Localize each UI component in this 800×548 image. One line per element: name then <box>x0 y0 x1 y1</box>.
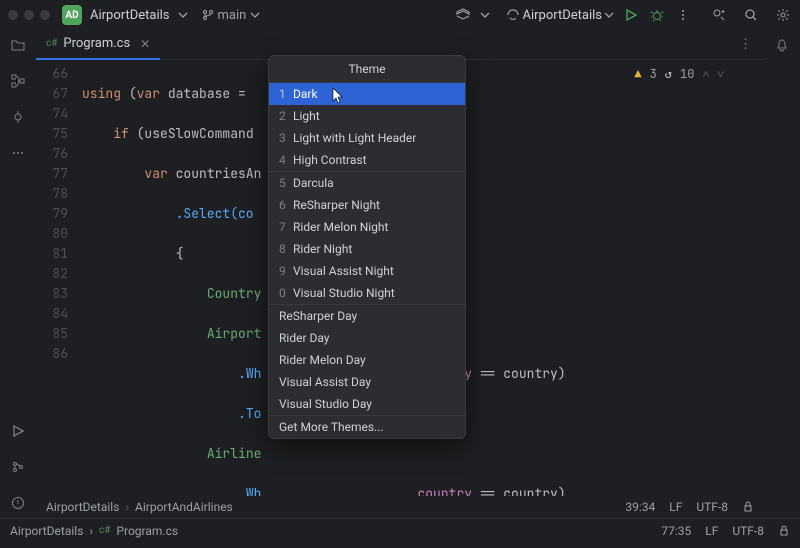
more-tools-icon[interactable] <box>9 144 27 162</box>
theme-popup: Theme 1Dark2Light3Light with Light Heade… <box>268 55 466 439</box>
chevron-down-icon[interactable] <box>178 10 188 20</box>
status-project[interactable]: AirportDetails <box>10 524 83 538</box>
line-ending[interactable]: LF <box>705 524 718 538</box>
chevron-down-icon[interactable]: ˅ <box>717 64 724 84</box>
hint-icon: ↺ <box>665 64 672 84</box>
build-icon[interactable] <box>454 6 472 24</box>
theme-item-resharper-night[interactable]: 6ReSharper Night <box>269 194 465 216</box>
run-button[interactable] <box>622 6 640 24</box>
chevron-down-icon <box>250 10 260 20</box>
chevron-down-icon[interactable] <box>480 10 490 20</box>
search-icon[interactable] <box>742 6 760 24</box>
notifications-icon[interactable] <box>773 36 791 54</box>
popup-title: Theme <box>269 56 465 82</box>
run-config-name: AirportDetails <box>522 8 602 23</box>
tab-more-icon[interactable]: ⋮ <box>727 37 764 52</box>
window-controls[interactable] <box>8 10 50 20</box>
chevron-right-icon: › <box>125 500 129 514</box>
settings-icon[interactable] <box>774 6 792 24</box>
theme-item-rider-melon-night[interactable]: 7Rider Melon Night <box>269 216 465 238</box>
encoding[interactable]: UTF-8 <box>732 524 764 538</box>
breadcrumb-item[interactable]: AirportDetails <box>46 500 119 514</box>
zoom-dot[interactable] <box>40 10 50 20</box>
project-tool-icon[interactable] <box>9 36 27 54</box>
caret-position[interactable]: 77:35 <box>661 524 691 538</box>
titlebar: AD AirportDetails main AirportDetails <box>0 0 800 30</box>
status-bar: AirportDetails › c# Program.cs 77:35 LF … <box>0 518 800 542</box>
structure-tool-icon[interactable] <box>9 72 27 90</box>
gutter: 666774757677787980818283848586 <box>36 60 76 496</box>
theme-item-light-with-light-header[interactable]: 3Light with Light Header <box>269 127 465 149</box>
run-config[interactable]: AirportDetails <box>506 8 614 23</box>
theme-item-rider-night[interactable]: 8Rider Night <box>269 238 465 260</box>
readonly-icon[interactable] <box>742 500 754 514</box>
breadcrumb-item[interactable]: AirportAndAirlines <box>135 500 233 514</box>
theme-item-visual-assist-night[interactable]: 9Visual Assist Night <box>269 260 465 282</box>
close-icon[interactable]: ✕ <box>140 37 150 51</box>
left-toolbar <box>0 30 36 518</box>
theme-item-high-contrast[interactable]: 4High Contrast <box>269 149 465 171</box>
chevron-down-icon <box>604 10 614 20</box>
theme-item-visual-studio-night[interactable]: 0Visual Studio Night <box>269 282 465 304</box>
theme-item-resharper-day[interactable]: ReSharper Day <box>269 305 465 327</box>
debug-button[interactable] <box>648 6 666 24</box>
commit-tool-icon[interactable] <box>9 108 27 126</box>
inspection-widget[interactable]: ▲3 ↺10 ˄ ˅ <box>634 64 724 84</box>
status-file[interactable]: Program.cs <box>116 524 178 538</box>
theme-item-visual-studio-day[interactable]: Visual Studio Day <box>269 393 465 415</box>
project-badge: AD <box>62 5 82 25</box>
theme-item-darcula[interactable]: 5Darcula <box>269 172 465 194</box>
warning-icon: ▲ <box>634 64 641 84</box>
more-icon[interactable] <box>674 6 692 24</box>
run-config-icon <box>506 8 520 22</box>
branch-icon <box>202 9 214 21</box>
theme-item-visual-assist-day[interactable]: Visual Assist Day <box>269 371 465 393</box>
theme-item-dark[interactable]: 1Dark <box>269 83 465 105</box>
git-tool-icon[interactable] <box>9 458 27 476</box>
right-toolbar <box>764 30 800 518</box>
run-tool-icon[interactable] <box>9 422 27 440</box>
chevron-up-icon[interactable]: ˄ <box>702 64 709 84</box>
theme-get-more[interactable]: Get More Themes... <box>269 416 465 438</box>
theme-item-rider-day[interactable]: Rider Day <box>269 327 465 349</box>
problems-tool-icon[interactable] <box>9 494 27 512</box>
project-name[interactable]: AirportDetails <box>90 8 170 23</box>
tab-label: Program.cs <box>63 36 130 51</box>
line-ending[interactable]: LF <box>669 500 682 514</box>
theme-item-light[interactable]: 2Light <box>269 105 465 127</box>
mouse-cursor-icon <box>330 86 346 106</box>
code-with-me-icon[interactable] <box>710 6 728 24</box>
theme-item-rider-melon-day[interactable]: Rider Melon Day <box>269 349 465 371</box>
tab-program-cs[interactable]: c# Program.cs ✕ <box>36 30 160 60</box>
csharp-file-icon: c# <box>46 38 57 49</box>
csharp-file-icon: c# <box>99 525 110 536</box>
breadcrumb: AirportDetails › AirportAndAirlines 39:3… <box>36 496 764 518</box>
close-dot[interactable] <box>8 10 18 20</box>
encoding[interactable]: UTF-8 <box>696 500 728 514</box>
branch-name: main <box>218 8 247 23</box>
readonly-icon[interactable] <box>778 524 790 538</box>
caret-position[interactable]: 39:34 <box>625 500 655 514</box>
vcs-branch[interactable]: main <box>202 8 261 23</box>
minimize-dot[interactable] <box>24 10 34 20</box>
